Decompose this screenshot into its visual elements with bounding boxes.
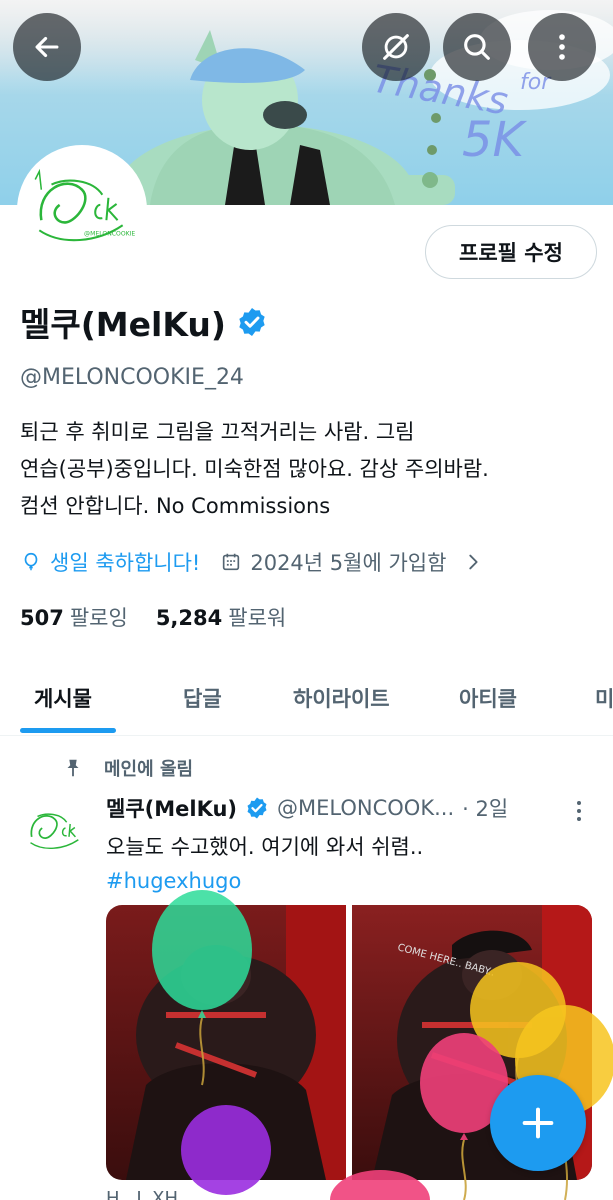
follow-stats: 507 팔로잉 5,284 팔로워 bbox=[20, 602, 286, 632]
post-author-name[interactable]: 멜쿠(MelKu) bbox=[106, 793, 237, 823]
post-text: 오늘도 수고했어. 여기에 와서 쉬렴.. #hugexhugo bbox=[106, 830, 423, 898]
pinned-label: 메인에 올림 bbox=[62, 755, 193, 781]
pinned-text: 메인에 올림 bbox=[104, 759, 194, 780]
slash-circle-icon bbox=[383, 34, 409, 60]
verified-badge-icon bbox=[247, 797, 267, 819]
display-name-text: 멜쿠(MelKu) bbox=[20, 305, 226, 344]
pin-icon bbox=[67, 759, 79, 777]
profile-bio: 퇴근 후 취미로 그림을 끄적거리는 사람. 그림 연습(공부)중입니다. 미숙… bbox=[20, 414, 595, 525]
tab-highlights[interactable]: 하이라이트 bbox=[293, 660, 390, 736]
arrow-left-icon bbox=[35, 36, 59, 58]
post-body: 오늘도 수고했어. 여기에 와서 쉬렴.. bbox=[106, 835, 424, 859]
tab-posts[interactable]: 게시물 bbox=[34, 660, 92, 736]
post-image-1-art bbox=[106, 905, 346, 1180]
post-hashtag-link[interactable]: #hugexhugo bbox=[106, 864, 423, 898]
profile-avatar[interactable]: @MELONCOOKIE bbox=[17, 145, 147, 275]
verified-badge-icon[interactable] bbox=[236, 306, 268, 338]
bio-line: 퇴근 후 취미로 그림을 끄적거리는 사람. 그림 bbox=[20, 420, 415, 444]
joined-text: 2024년 5월에 가입함 bbox=[250, 551, 447, 575]
post-time[interactable]: · 2일 bbox=[462, 793, 508, 823]
banner-5k-text: 5K bbox=[462, 112, 525, 168]
grok-button[interactable] bbox=[362, 13, 430, 81]
edit-profile-button[interactable]: 프로필 수정 bbox=[425, 225, 597, 279]
post-author-handle[interactable]: @MELONCOOK... bbox=[277, 796, 454, 820]
tab-articles[interactable]: 아티클 bbox=[459, 660, 517, 736]
chevron-right-icon bbox=[469, 554, 479, 570]
calendar-icon bbox=[223, 553, 240, 571]
compose-post-button[interactable] bbox=[490, 1075, 586, 1171]
balloon-icon bbox=[24, 552, 38, 571]
active-tab-indicator bbox=[20, 728, 116, 733]
more-options-button[interactable] bbox=[528, 13, 596, 81]
birthday-item[interactable]: 생일 축하합니다! bbox=[20, 547, 200, 577]
avatar-logo-image: @MELONCOOKIE bbox=[34, 168, 135, 242]
plus-icon bbox=[522, 1107, 554, 1139]
post-image-1[interactable] bbox=[106, 905, 346, 1180]
more-vertical-icon bbox=[559, 34, 565, 60]
user-handle: @MELONCOOKIE_24 bbox=[20, 365, 244, 390]
tab-media[interactable]: 미 bbox=[595, 660, 613, 736]
post-more-icon[interactable] bbox=[567, 797, 591, 825]
bio-line: 컴션 안합니다. No Commissions bbox=[20, 494, 331, 518]
search-icon bbox=[464, 34, 490, 60]
svg-text:@MELONCOOKIE: @MELONCOOKIE bbox=[84, 229, 135, 237]
following-link[interactable]: 507 팔로잉 bbox=[20, 602, 128, 632]
search-button[interactable] bbox=[443, 13, 511, 81]
post-header: 멜쿠(MelKu) @MELONCOOK... · 2일 bbox=[106, 793, 508, 823]
profile-tabs: 게시물 답글 하이라이트 아티클 미 bbox=[0, 660, 613, 736]
tab-replies[interactable]: 답글 bbox=[183, 660, 222, 736]
next-post-text: H.. L XH ... bbox=[106, 1188, 201, 1200]
followers-label: 팔로워 bbox=[228, 606, 287, 630]
followers-link[interactable]: 5,284 팔로워 bbox=[156, 602, 286, 632]
followers-count: 5,284 bbox=[155, 606, 223, 630]
display-name: 멜쿠(MelKu) bbox=[20, 298, 268, 346]
joined-date-item[interactable]: 2024년 5월에 가입함 bbox=[220, 547, 484, 577]
birthday-text: 생일 축하합니다! bbox=[50, 551, 201, 575]
bio-line: 연습(공부)중입니다. 미숙한점 많아요. 감상 주의바람. bbox=[20, 457, 489, 481]
post-avatar-logo-image bbox=[30, 813, 79, 849]
profile-meta: 생일 축하합니다! 2024년 5월에 가입함 bbox=[20, 545, 484, 579]
back-button[interactable] bbox=[13, 13, 81, 81]
following-label: 팔로잉 bbox=[69, 606, 128, 630]
post-avatar[interactable] bbox=[20, 796, 90, 866]
following-count: 507 bbox=[20, 606, 64, 630]
